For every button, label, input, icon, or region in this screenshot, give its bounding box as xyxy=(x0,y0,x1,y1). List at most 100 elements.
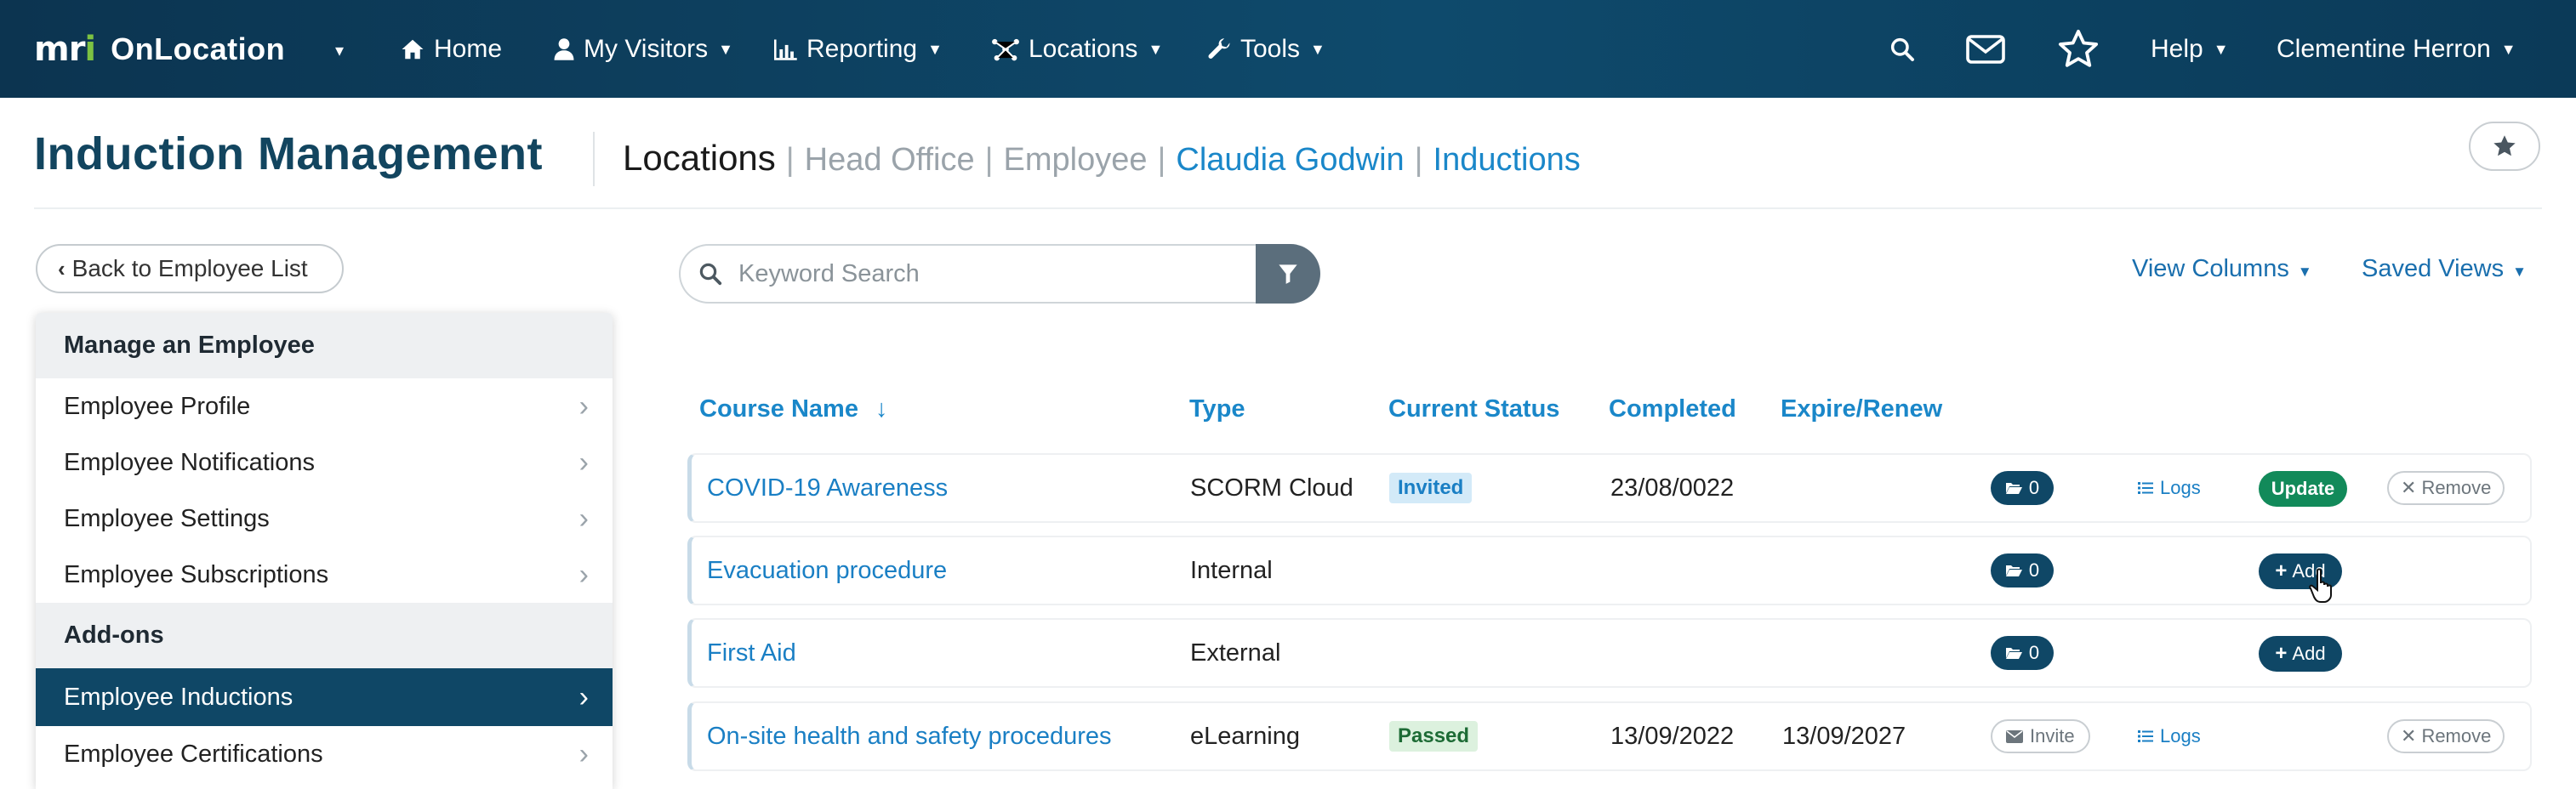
addons-heading: Add-ons xyxy=(36,603,613,668)
chevron-down-icon: ▼ xyxy=(927,40,943,58)
top-navigation-bar: mri OnLocation ▾ Home My Visitors ▼ Repo… xyxy=(0,0,2576,98)
sidebar-item-label: Employee Notifications xyxy=(64,448,315,476)
plus-icon: + xyxy=(2275,642,2288,665)
back-to-employee-list-button[interactable]: ‹ Back to Employee List xyxy=(36,244,344,293)
keyword-search xyxy=(679,244,1257,304)
nav-my-visitors[interactable]: My Visitors ▼ xyxy=(553,28,733,71)
view-columns-dropdown[interactable]: View Columns ▼ xyxy=(2132,255,2312,283)
course-name-link[interactable]: First Aid xyxy=(707,620,796,686)
logs-label: Logs xyxy=(2160,725,2201,746)
chevron-right-icon: › xyxy=(578,737,589,770)
view-columns-label: View Columns xyxy=(2132,255,2289,282)
breadcrumb-root: Locations xyxy=(623,138,776,178)
status-badge: Invited xyxy=(1389,473,1473,503)
user-menu[interactable]: Clementine Herron ▼ xyxy=(2277,28,2516,71)
table-row: On-site health and safety procedures eLe… xyxy=(687,701,2532,771)
chevron-down-icon: ▼ xyxy=(2297,264,2312,280)
breadcrumb-separator: | xyxy=(1157,142,1166,178)
column-header-expire-renew[interactable]: Expire/Renew xyxy=(1781,395,1942,423)
nav-home[interactable]: Home xyxy=(400,28,502,71)
expire-date: 13/09/2027 xyxy=(1782,722,1906,750)
breadcrumb-inductions[interactable]: Inductions xyxy=(1433,142,1581,178)
chevron-right-icon: › xyxy=(578,680,589,713)
nav-tools-label: Tools xyxy=(1240,35,1301,63)
search-icon xyxy=(699,263,722,286)
logs-link[interactable]: Logs xyxy=(2138,719,2201,753)
column-header-current-status[interactable]: Current Status xyxy=(1388,395,1559,423)
update-button[interactable]: Update xyxy=(2259,471,2347,507)
course-type: Internal xyxy=(1190,556,1273,584)
nav-reporting[interactable]: Reporting ▼ xyxy=(774,28,943,71)
mri-logo: mri xyxy=(34,30,96,69)
search-input[interactable] xyxy=(738,259,1215,288)
sidebar-item-employee-inductions[interactable]: Employee Inductions › xyxy=(36,668,613,726)
envelope-icon xyxy=(2006,729,2023,743)
list-icon xyxy=(2138,482,2153,494)
course-name-link[interactable]: Evacuation procedure xyxy=(707,537,947,604)
remove-button[interactable]: ✕ Remove xyxy=(2387,471,2505,505)
star-icon[interactable] xyxy=(2057,28,2100,71)
attachments-button[interactable]: 0 xyxy=(1991,471,2054,505)
sidebar-item-label: Employee Settings xyxy=(64,504,270,532)
column-header-type[interactable]: Type xyxy=(1189,395,1245,423)
course-type: External xyxy=(1190,639,1281,667)
sidebar-item-employee-subscriptions[interactable]: Employee Subscriptions › xyxy=(36,547,613,603)
status-badge: Passed xyxy=(1389,721,1479,752)
help-menu[interactable]: Help ▼ xyxy=(2151,28,2229,71)
network-icon xyxy=(992,38,1019,61)
app-switcher-caret-icon[interactable]: ▾ xyxy=(335,40,344,61)
attachments-button[interactable]: 0 xyxy=(1991,636,2054,670)
sidebar-item-employee-profile[interactable]: Employee Profile › xyxy=(36,378,613,434)
mail-icon[interactable] xyxy=(1965,28,2006,71)
nav-home-label: Home xyxy=(434,35,503,63)
nav-locations[interactable]: Locations ▼ xyxy=(991,28,1163,71)
sidebar-item-employee-settings[interactable]: Employee Settings › xyxy=(36,491,613,547)
attachment-count: 0 xyxy=(2028,477,2040,498)
saved-views-dropdown[interactable]: Saved Views ▼ xyxy=(2362,255,2527,283)
sidebar-item-employee-notifications[interactable]: Employee Notifications › xyxy=(36,434,613,491)
logs-label: Logs xyxy=(2160,477,2201,498)
nav-locations-label: Locations xyxy=(1029,35,1138,63)
favorite-button[interactable] xyxy=(2469,122,2540,171)
sidebar-item-label: Employee Profile xyxy=(64,392,251,420)
nav-my-visitors-label: My Visitors xyxy=(584,35,709,63)
add-button[interactable]: + Add xyxy=(2259,636,2342,672)
course-name-link[interactable]: COVID-19 Awareness xyxy=(707,455,948,521)
bar-chart-icon xyxy=(774,39,797,60)
chevron-right-icon: › xyxy=(578,502,589,535)
chevron-right-icon: › xyxy=(578,389,589,423)
logs-link[interactable]: Logs xyxy=(2138,471,2201,505)
remove-button[interactable]: ✕ Remove xyxy=(2387,719,2505,753)
user-name: Clementine Herron xyxy=(2277,35,2491,63)
chevron-down-icon: ▼ xyxy=(718,40,733,58)
close-icon: ✕ xyxy=(2401,477,2417,498)
breadcrumb-separator: | xyxy=(1414,142,1423,178)
sidebar-item-employee-certifications[interactable]: Employee Certifications › xyxy=(36,726,613,782)
table-row: First Aid External 0 + Add xyxy=(687,618,2532,688)
column-header-completed[interactable]: Completed xyxy=(1609,395,1736,423)
search-icon[interactable] xyxy=(1889,28,1916,71)
course-type: eLearning xyxy=(1190,722,1300,750)
column-header-course-name[interactable]: Course Name ↓ xyxy=(699,395,888,423)
chevron-down-icon: ▼ xyxy=(2512,264,2527,280)
filter-button[interactable] xyxy=(1256,244,1320,304)
course-name-link[interactable]: On-site health and safety procedures xyxy=(707,703,1112,769)
sidebar-item-label: Employee Subscriptions xyxy=(64,560,329,588)
chevron-down-icon: ▼ xyxy=(1310,40,1325,58)
nav-tools[interactable]: Tools ▼ xyxy=(1208,28,1325,71)
manage-employee-heading: Manage an Employee xyxy=(36,313,613,378)
help-label: Help xyxy=(2151,35,2203,63)
sort-descending-icon: ↓ xyxy=(875,395,888,423)
breadcrumb-employee-name[interactable]: Claudia Godwin xyxy=(1176,142,1404,178)
breadcrumb-head-office: Head Office xyxy=(804,142,975,178)
column-header-label: Course Name xyxy=(699,395,858,423)
attachments-button[interactable]: 0 xyxy=(1991,553,2054,587)
plus-icon: + xyxy=(2275,559,2288,582)
folder-open-icon xyxy=(2005,648,2022,659)
brand-logo[interactable]: mri OnLocation xyxy=(34,26,285,73)
remove-label: Remove xyxy=(2421,477,2492,498)
invite-button[interactable]: Invite xyxy=(1991,719,2090,753)
remove-label: Remove xyxy=(2421,725,2492,746)
table-row: COVID-19 Awareness SCORM Cloud Invited 2… xyxy=(687,453,2532,523)
folder-open-icon xyxy=(2005,483,2022,494)
